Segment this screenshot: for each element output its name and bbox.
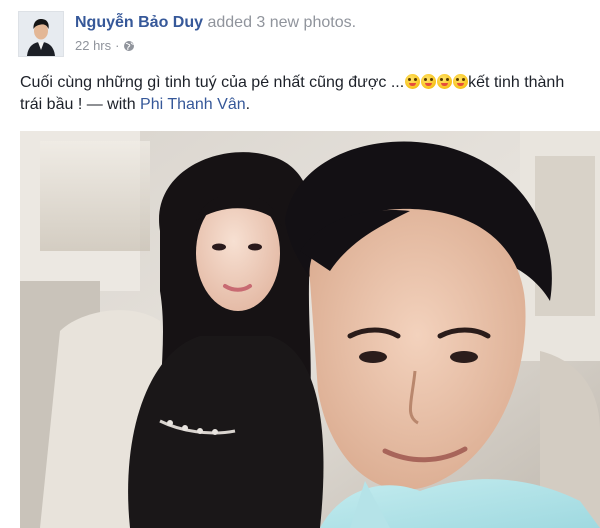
post-photo[interactable] bbox=[20, 131, 600, 528]
post-action-text: added 3 new photos. bbox=[207, 14, 357, 31]
post-text-suffix: . bbox=[245, 96, 251, 113]
post-header: Nguyễn Bảo Duy added 3 new photos. bbox=[75, 14, 356, 32]
facebook-post: Nguyễn Bảo Duy added 3 new photos. 22 hr… bbox=[0, 0, 600, 528]
tagged-friend-link[interactable]: Phi Thanh Vân bbox=[140, 96, 246, 113]
author-name-link[interactable]: Nguyễn Bảo Duy bbox=[75, 14, 203, 31]
timestamp-link[interactable]: 22 hrs bbox=[75, 38, 111, 53]
avatar[interactable] bbox=[18, 11, 64, 57]
post-meta: 22 hrs · bbox=[75, 38, 135, 53]
grinning-tongue-emoji-icon bbox=[420, 74, 436, 89]
grinning-tongue-emoji-icon bbox=[404, 74, 420, 89]
post-body-text: Cuối cùng những gì tinh tuý của pé nhất … bbox=[20, 72, 590, 116]
meta-separator: · bbox=[115, 38, 120, 53]
globe-icon[interactable] bbox=[123, 40, 135, 52]
grinning-tongue-emoji-icon bbox=[452, 74, 468, 89]
grinning-tongue-emoji-icon bbox=[436, 74, 452, 89]
post-text-part1: Cuối cùng những gì tinh tuý của pé nhất … bbox=[20, 74, 405, 91]
